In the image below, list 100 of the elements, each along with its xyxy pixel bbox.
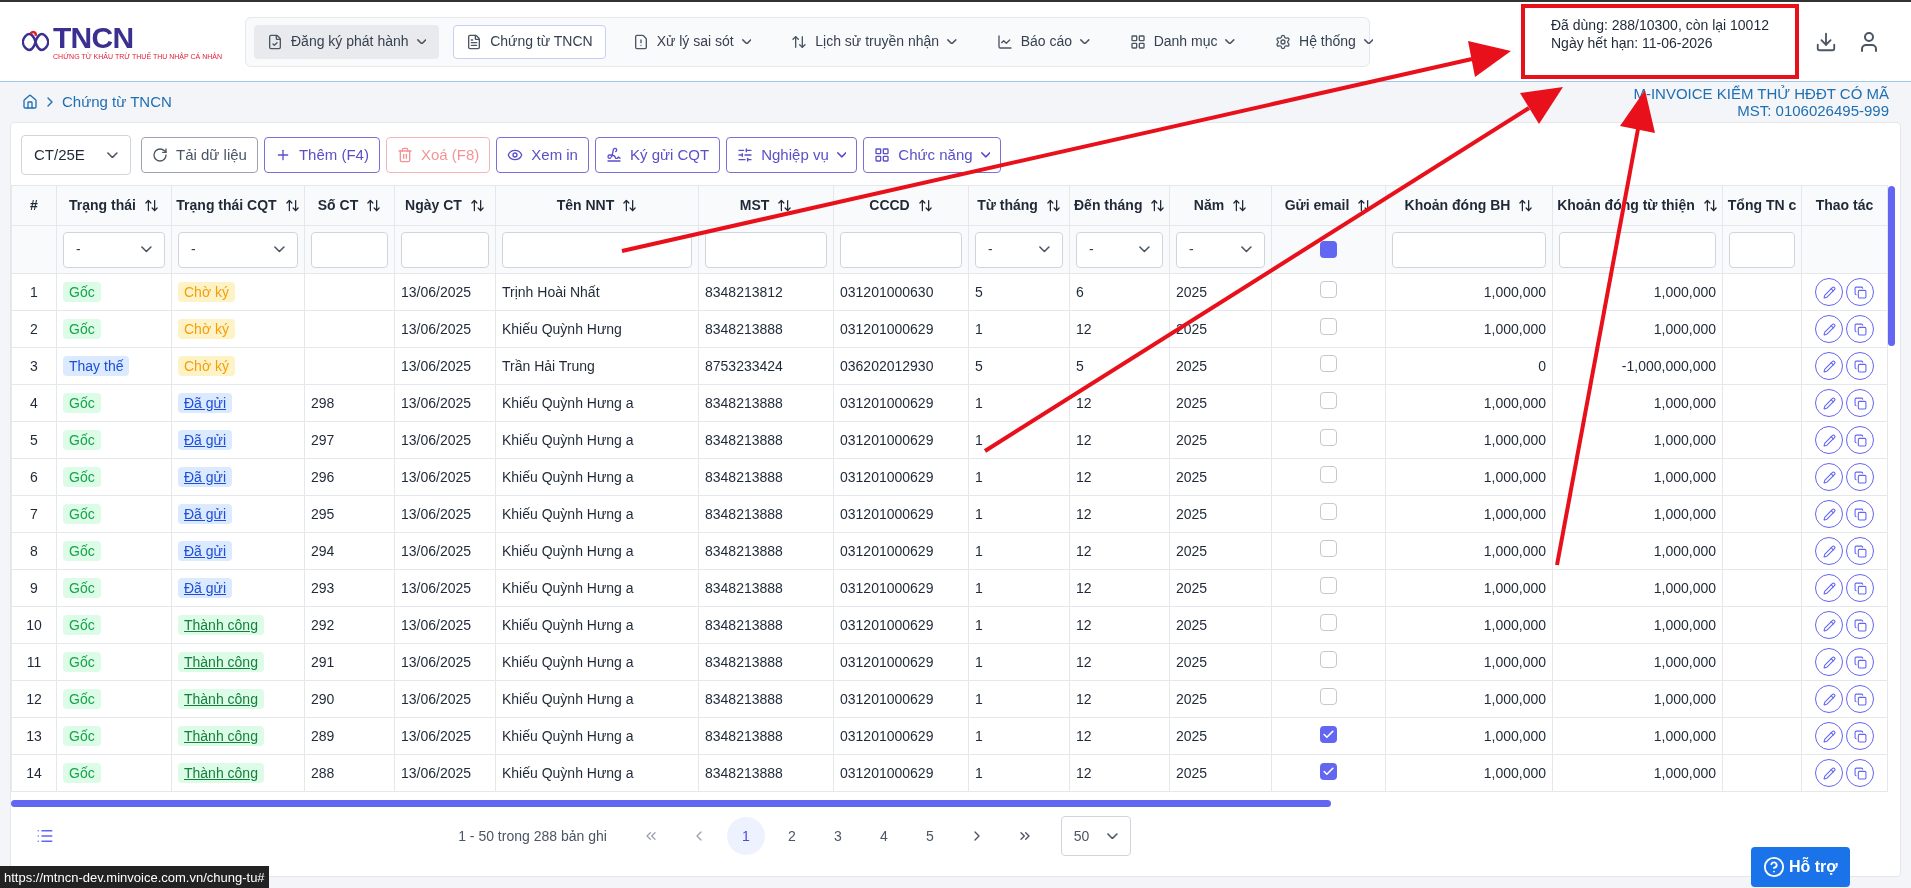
table-cell: 031201000629 [840, 320, 934, 337]
column-header[interactable]: Tên NNT [495, 185, 699, 226]
sort-icon[interactable] [917, 198, 933, 213]
column-header[interactable]: Gửi email [1271, 185, 1386, 226]
checkbox[interactable] [1320, 539, 1337, 557]
checkbox[interactable] [1320, 613, 1337, 631]
checkbox[interactable] [1320, 241, 1337, 258]
checkbox[interactable] [1320, 317, 1337, 335]
column-header[interactable]: Thao tác [1801, 185, 1888, 226]
table-cell: 2025 [1176, 653, 1208, 670]
list-icon[interactable] [36, 827, 54, 845]
checkbox[interactable] [1320, 762, 1337, 780]
copy-icon [1853, 470, 1867, 484]
nav-item[interactable]: Báo cáo [983, 24, 1103, 59]
checkbox[interactable] [1320, 428, 1337, 446]
checkbox[interactable] [1320, 391, 1337, 409]
toolbar-button[interactable]: Ký gửi CQT [594, 137, 721, 173]
toolbar-button[interactable]: Xem in [496, 137, 589, 173]
sort-icon[interactable] [1150, 198, 1166, 213]
checkbox[interactable] [1320, 465, 1337, 483]
sort-icon[interactable] [1702, 198, 1718, 213]
page-button[interactable]: 4 [864, 817, 903, 855]
filter-select[interactable]: - [178, 231, 298, 268]
table-cell: 1,000,000 [1653, 505, 1716, 522]
sort-icon[interactable] [366, 198, 382, 213]
pencil-icon [1822, 544, 1836, 558]
sort-icon[interactable] [284, 198, 300, 213]
nav-item[interactable]: Lịch sử truyền nhận [778, 24, 970, 59]
filter-field[interactable] [311, 231, 388, 268]
help-button[interactable]: Hỗ trợ [1751, 847, 1850, 887]
filter-select[interactable]: - [1176, 231, 1265, 268]
column-header[interactable]: Tổng TN c [1722, 185, 1802, 226]
sort-icon[interactable] [143, 198, 159, 213]
nav-item[interactable]: Chứng từ TNCN [453, 24, 606, 59]
column-header[interactable]: CCCD [833, 185, 969, 226]
status-tag: Thành công [178, 762, 264, 783]
toolbar-button[interactable]: Chức năng [863, 137, 1002, 173]
checkbox[interactable] [1320, 502, 1337, 520]
series-select[interactable]: CT/25E [21, 135, 131, 175]
filter-select[interactable]: - [975, 231, 1063, 268]
nav-item[interactable]: Hệ thống [1262, 24, 1387, 59]
table-cell: 6 [1076, 283, 1084, 300]
expiry-text: Ngày hết hạn: 11-06-2026 [1551, 34, 1714, 52]
column-header[interactable]: Số CT [304, 185, 395, 226]
checkbox[interactable] [1320, 650, 1337, 668]
eye-icon [507, 147, 524, 163]
column-header[interactable]: Ngày CT [394, 185, 496, 226]
filter-field[interactable] [1392, 231, 1546, 268]
sort-icon[interactable] [1518, 198, 1534, 213]
column-header[interactable]: Khoản đóng BH [1385, 185, 1553, 226]
column-header[interactable]: Đến tháng [1069, 185, 1170, 226]
page-button[interactable]: 5 [910, 817, 949, 855]
checkbox[interactable] [1320, 687, 1337, 705]
checkbox[interactable] [1320, 354, 1337, 372]
download-icon[interactable] [1815, 30, 1837, 53]
filter-field[interactable] [1729, 231, 1795, 268]
sort-icon[interactable] [469, 198, 485, 213]
sort-icon[interactable] [1045, 198, 1061, 213]
sort-icon[interactable] [1232, 198, 1248, 213]
sort-icon[interactable] [777, 198, 793, 213]
page-size-select[interactable]: 50 [1060, 816, 1131, 856]
table-cell: 8348213888 [705, 727, 783, 744]
toolbar-button[interactable]: Nghiệp vụ [726, 137, 858, 173]
filter-select[interactable]: - [1076, 231, 1163, 268]
checkbox[interactable] [1320, 576, 1337, 594]
filter-field[interactable] [705, 231, 827, 268]
table-cell: 13 [26, 727, 42, 744]
page-button[interactable]: 3 [818, 817, 857, 855]
toolbar-button[interactable]: Thêm (F4) [263, 137, 380, 173]
column-header[interactable]: Trạng thái CQT [171, 185, 305, 226]
sort-icon[interactable] [622, 198, 638, 213]
filter-field[interactable] [1559, 231, 1716, 268]
column-header[interactable]: Từ tháng [968, 185, 1070, 226]
column-header[interactable]: Trạng thái [56, 185, 172, 226]
nav-item[interactable]: Xử lý sai sót [619, 24, 765, 59]
filter-field[interactable] [401, 231, 489, 268]
status-tag: Thay thế [63, 355, 130, 376]
checkbox[interactable] [1320, 280, 1337, 298]
nav-item[interactable]: Đăng ký phát hành [254, 24, 440, 59]
table-cell: 2025 [1176, 394, 1208, 411]
table-cell: 2 [30, 320, 38, 337]
filter-field[interactable] [840, 231, 962, 268]
column-header[interactable]: Năm [1169, 185, 1272, 226]
table-cell: 1 [975, 468, 983, 485]
horizontal-scrollbar[interactable] [11, 800, 1331, 807]
nav-item[interactable]: Danh mục [1116, 24, 1249, 59]
page-button[interactable]: 2 [772, 817, 811, 855]
column-header[interactable]: # [11, 185, 57, 226]
pencil-icon [1822, 581, 1836, 595]
vertical-scrollbar[interactable] [1888, 186, 1895, 346]
table-cell: 1,000,000 [1653, 764, 1716, 781]
column-header[interactable]: MST [698, 185, 834, 226]
page-button[interactable]: 1 [726, 817, 765, 855]
checkbox[interactable] [1320, 725, 1337, 743]
home-icon[interactable] [22, 94, 38, 110]
filter-field[interactable] [502, 231, 692, 268]
filter-select[interactable]: - [63, 231, 165, 268]
toolbar-button[interactable]: Tải dữ liệu [141, 137, 258, 173]
breadcrumb-link[interactable]: Chứng từ TNCN [62, 90, 172, 114]
status-tag: Gốc [63, 466, 101, 487]
